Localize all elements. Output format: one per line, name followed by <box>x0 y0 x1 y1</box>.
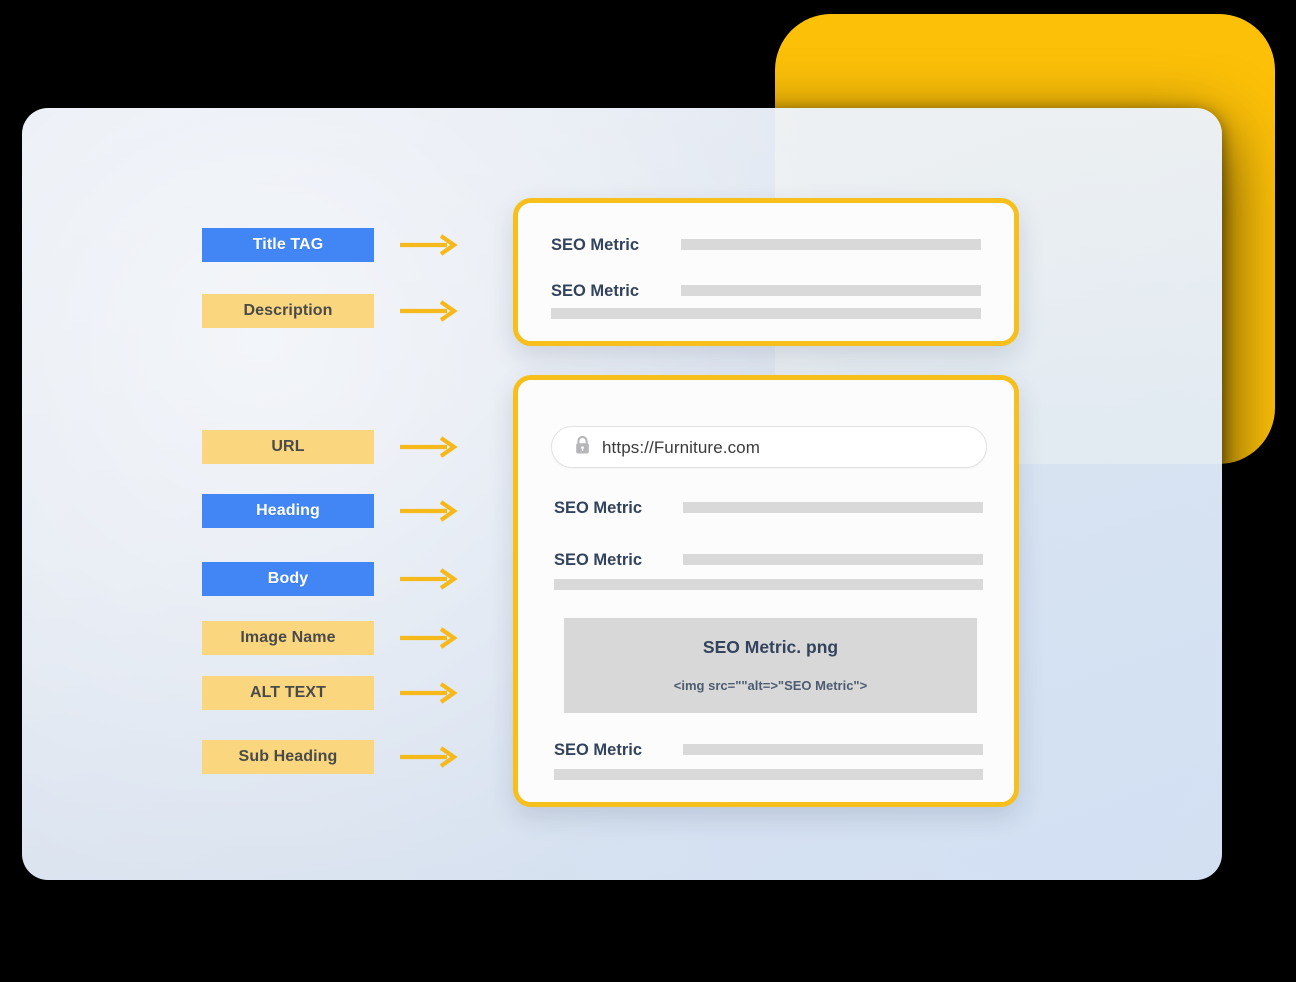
label-row-title-tag[interactable]: Title TAG <box>202 228 459 262</box>
label-row-body[interactable]: Body <box>202 562 459 596</box>
metric-bar <box>551 308 981 319</box>
tag-title-tag[interactable]: Title TAG <box>202 228 374 262</box>
tag-description[interactable]: Description <box>202 294 374 328</box>
label-row-image-name[interactable]: Image Name <box>202 621 459 655</box>
arrow-right-icon <box>399 233 459 257</box>
arrow-right-icon <box>399 567 459 591</box>
metric-bar <box>683 554 983 565</box>
tag-heading[interactable]: Heading <box>202 494 374 528</box>
tag-alt-text[interactable]: ALT TEXT <box>202 676 374 710</box>
diagram-stage: Title TAG Description URL Heading Body I… <box>0 0 1296 982</box>
arrow-right-icon <box>399 299 459 323</box>
label-row-heading[interactable]: Heading <box>202 494 459 528</box>
url-text: https://Furniture.com <box>602 437 760 457</box>
image-filename: SEO Metric. png <box>702 637 839 658</box>
seo-card-top: SEO Metric SEO Metric <box>513 198 1019 346</box>
seo-card-top-body: SEO Metric SEO Metric <box>518 203 1014 341</box>
metric-bar <box>554 769 983 780</box>
annotation-label-column: Title TAG Description URL Heading Body I… <box>202 0 492 982</box>
arrow-right-icon <box>399 681 459 705</box>
image-placeholder: SEO Metric. png <img src=""alt=>"SEO Met… <box>564 618 977 713</box>
metric-label: SEO Metric <box>551 236 640 254</box>
tag-image-name[interactable]: Image Name <box>202 621 374 655</box>
metric-row-2: SEO Metric <box>551 283 639 300</box>
metric-bar <box>681 239 981 250</box>
arrow-right-icon <box>399 499 459 523</box>
label-row-sub-heading[interactable]: Sub Heading <box>202 740 459 774</box>
arrow-right-icon <box>399 745 459 769</box>
metric-label: SEO Metric <box>551 282 640 300</box>
metric-bar <box>683 502 983 513</box>
arrow-right-icon <box>399 435 459 459</box>
metric-label: SEO Metric <box>554 499 643 517</box>
metric-row-1: SEO Metric <box>554 500 642 517</box>
metric-label: SEO Metric <box>554 741 643 759</box>
metric-bar <box>554 579 983 590</box>
label-row-alt-text[interactable]: ALT TEXT <box>202 676 459 710</box>
label-row-description[interactable]: Description <box>202 294 459 328</box>
metric-label: SEO Metric <box>554 551 643 569</box>
metric-bar <box>681 285 981 296</box>
arrow-right-icon <box>399 626 459 650</box>
seo-card-bottom-body: https://Furniture.com SEO Metric SEO Met… <box>518 380 1014 802</box>
lock-icon <box>574 435 591 460</box>
metric-bar <box>683 744 983 755</box>
metric-row-2: SEO Metric <box>554 552 642 569</box>
metric-row-1: SEO Metric <box>551 237 639 254</box>
label-row-url[interactable]: URL <box>202 430 459 464</box>
tag-body[interactable]: Body <box>202 562 374 596</box>
metric-row-3: SEO Metric <box>554 742 642 759</box>
seo-card-bottom: https://Furniture.com SEO Metric SEO Met… <box>513 375 1019 807</box>
image-alt-markup: <img src=""alt=>"SEO Metric"> <box>673 677 868 693</box>
tag-url[interactable]: URL <box>202 430 374 464</box>
tag-sub-heading[interactable]: Sub Heading <box>202 740 374 774</box>
url-bar[interactable]: https://Furniture.com <box>551 426 987 468</box>
